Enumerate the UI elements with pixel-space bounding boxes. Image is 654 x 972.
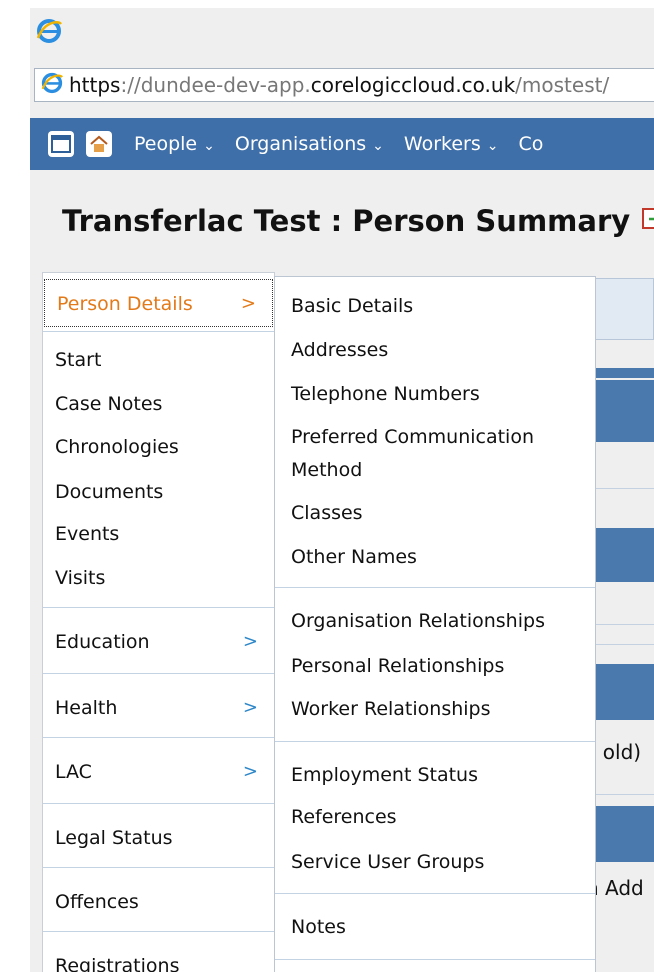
- submenu-references[interactable]: References: [291, 800, 397, 834]
- menu-case-notes[interactable]: Case Notes: [43, 387, 274, 421]
- menu-person-details[interactable]: Person Details >: [44, 279, 273, 327]
- submenu-personal-relationships[interactable]: Personal Relationships: [291, 649, 504, 683]
- menu-chronologies[interactable]: Chronologies: [43, 430, 274, 464]
- chevron-right-icon: >: [242, 631, 258, 652]
- menu-divider: [43, 331, 274, 332]
- menu-offences[interactable]: Offences: [43, 885, 274, 919]
- chevron-right-icon: >: [242, 697, 258, 718]
- menu-divider: [43, 737, 274, 738]
- submenu-telephone-numbers[interactable]: Telephone Numbers: [291, 377, 480, 411]
- menu-documents[interactable]: Documents: [43, 475, 274, 509]
- nav-people[interactable]: People ⌄: [134, 133, 215, 155]
- menu-visits[interactable]: Visits: [43, 561, 274, 595]
- menu-divider: [43, 867, 274, 868]
- menu-divider: [43, 607, 274, 608]
- url-path: /mostest/: [515, 73, 610, 97]
- submenu-addresses[interactable]: Addresses: [291, 333, 388, 367]
- person-left-menu: Person Details > Start Case Notes Chronol…: [42, 272, 275, 972]
- submenu-classes[interactable]: Classes: [291, 496, 363, 530]
- submenu-divider: [275, 741, 595, 742]
- chevron-right-icon: >: [240, 293, 256, 314]
- browser-window: https://dundee-dev-app. corelogiccloud.co…: [30, 8, 654, 972]
- menu-lac[interactable]: LAC >: [43, 755, 274, 789]
- menu-health[interactable]: Health >: [43, 691, 274, 725]
- main-nav: People ⌄ Organisations ⌄ Workers ⌄ Co: [30, 118, 654, 170]
- url-subdomain: dundee-dev-app.: [140, 73, 311, 97]
- menu-divider: [43, 673, 274, 674]
- home-icon[interactable]: [86, 131, 112, 157]
- submenu-basic-details[interactable]: Basic Details: [291, 289, 413, 323]
- nav-workers[interactable]: Workers ⌄: [404, 133, 499, 155]
- chevron-right-icon: >: [242, 761, 258, 782]
- url-separator: ://: [120, 73, 141, 97]
- menu-legal-status[interactable]: Legal Status: [43, 821, 274, 855]
- page-title-text: Transferlac Test : Person Summary: [62, 204, 631, 238]
- export-icon[interactable]: [640, 204, 654, 238]
- page-title: Transferlac Test : Person Summary: [62, 204, 654, 238]
- menu-start[interactable]: Start: [43, 343, 274, 377]
- menu-divider: [43, 931, 274, 932]
- submenu-preferred-communication-method[interactable]: Method: [291, 453, 362, 487]
- submenu-organisation-relationships[interactable]: Organisation Relationships: [291, 604, 545, 638]
- submenu-employment-status[interactable]: Employment Status: [291, 758, 478, 792]
- person-details-submenu: Basic Details Addresses Telephone Number…: [274, 276, 596, 972]
- url-scheme: https: [69, 73, 121, 97]
- url-domain: corelogiccloud.co.uk: [310, 73, 516, 97]
- window-icon[interactable]: [48, 131, 74, 157]
- menu-registrations[interactable]: Registrations: [43, 949, 274, 972]
- address-bar[interactable]: https://dundee-dev-app. corelogiccloud.co…: [34, 68, 654, 102]
- submenu-divider: [275, 587, 595, 588]
- submenu-other-names[interactable]: Other Names: [291, 540, 417, 574]
- ie-logo-icon: [36, 18, 62, 48]
- nav-co[interactable]: Co: [518, 133, 543, 155]
- submenu-preferred-communication[interactable]: Preferred Communication: [291, 420, 534, 454]
- ie-page-icon: [41, 72, 63, 99]
- submenu-service-user-groups[interactable]: Service User Groups: [291, 845, 484, 879]
- submenu-divider: [275, 893, 595, 894]
- menu-education[interactable]: Education >: [43, 625, 274, 659]
- submenu-divider: [275, 959, 595, 960]
- nav-organisations[interactable]: Organisations ⌄: [235, 133, 384, 155]
- menu-events[interactable]: Events: [43, 517, 274, 551]
- submenu-worker-relationships[interactable]: Worker Relationships: [291, 692, 491, 726]
- menu-divider: [43, 803, 274, 804]
- submenu-notes[interactable]: Notes: [291, 910, 346, 944]
